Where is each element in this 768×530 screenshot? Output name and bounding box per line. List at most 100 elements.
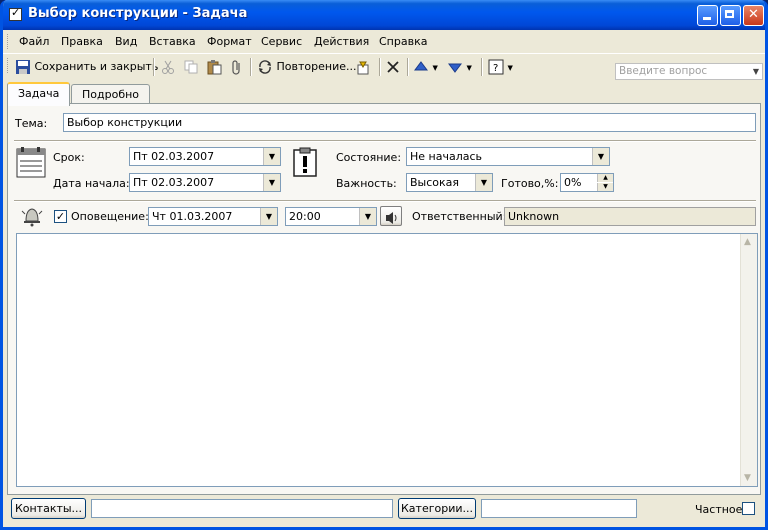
chevron-down-icon[interactable]: ▼ <box>260 208 277 225</box>
scissors-icon <box>160 59 176 75</box>
minimize-button[interactable] <box>697 5 718 26</box>
save-close-label: Сохранить и закрыть <box>34 60 159 73</box>
chevron-down-icon[interactable]: ▼ <box>467 64 472 72</box>
menu-insert[interactable]: Вставка <box>149 35 196 48</box>
recurrence-button[interactable]: Повторение... <box>257 57 356 77</box>
bell-icon <box>20 205 44 227</box>
subject-input[interactable]: Выбор конструкции <box>63 113 756 132</box>
start-date-label: Дата начала: <box>53 177 130 190</box>
standard-toolbar: Сохранить и закрыть Повторение... ▼ ▼ ? … <box>3 54 765 80</box>
toolbar-separator <box>379 58 381 76</box>
recurrence-icon <box>257 59 273 75</box>
menu-grip[interactable] <box>7 34 11 49</box>
spin-down-icon[interactable]: ▼ <box>597 183 613 191</box>
chevron-down-icon[interactable]: ▼ <box>508 64 513 72</box>
private-label: Частное <box>695 503 743 516</box>
private-checkbox[interactable] <box>742 502 755 515</box>
chevron-down-icon[interactable]: ▼ <box>263 148 280 165</box>
next-item-button[interactable]: ▼ <box>447 57 472 77</box>
help-button[interactable]: ? ▼ <box>488 57 513 77</box>
owner-field: Unknown <box>504 207 756 226</box>
menu-edit[interactable]: Правка <box>61 35 103 48</box>
copy-button[interactable] <box>183 57 199 77</box>
help-icon: ? <box>488 59 504 75</box>
chevron-down-icon[interactable]: ▼ <box>592 148 609 165</box>
categories-button[interactable]: Категории... <box>398 498 476 519</box>
title-bar[interactable]: Выбор конструкции - Задача ✕ <box>3 0 765 30</box>
scroll-down-icon[interactable]: ▼ <box>744 473 751 483</box>
divider <box>14 200 756 202</box>
toolbar-grip[interactable] <box>7 58 11 73</box>
reminder-checkbox[interactable]: ✓ <box>54 210 67 223</box>
menu-file[interactable]: Файл <box>19 35 49 48</box>
maximize-button[interactable] <box>720 5 741 26</box>
window-title: Выбор конструкции - Задача <box>28 6 248 21</box>
arrow-up-icon <box>413 59 429 75</box>
reminder-time-value: 20:00 <box>289 210 321 223</box>
chevron-down-icon[interactable]: ▼ <box>475 174 492 191</box>
task-panel: Тема: Выбор конструкции Срок: Пт 02.03.2… <box>7 103 761 495</box>
chevron-down-icon[interactable]: ▼ <box>433 64 438 72</box>
owner-label: Ответственный: <box>412 210 507 223</box>
task-window: Выбор конструкции - Задача ✕ Файл Правка… <box>0 0 768 530</box>
notes-scrollbar[interactable]: ▲ ▼ <box>740 234 757 486</box>
scroll-up-icon[interactable]: ▲ <box>744 237 751 247</box>
cut-button[interactable] <box>160 57 176 77</box>
chevron-down-icon[interactable]: ▼ <box>359 208 376 225</box>
status-label: Состояние: <box>336 151 402 164</box>
priority-icon <box>292 147 318 177</box>
assign-task-button[interactable] <box>355 57 371 77</box>
contacts-field[interactable] <box>91 499 393 518</box>
contacts-button[interactable]: Контакты... <box>11 498 86 519</box>
calendar-icon <box>16 146 46 178</box>
menu-actions[interactable]: Действия <box>314 35 369 48</box>
start-date-value: Пт 02.03.2007 <box>133 176 215 189</box>
priority-combo[interactable]: Высокая ▼ <box>406 173 493 192</box>
tab-details[interactable]: Подробно <box>71 84 151 105</box>
svg-text:?: ? <box>493 63 498 74</box>
delete-button[interactable] <box>385 57 401 77</box>
due-date-combo[interactable]: Пт 02.03.2007 ▼ <box>129 147 281 166</box>
menu-format[interactable]: Формат <box>207 35 252 48</box>
menu-bar: Файл Правка Вид Вставка Формат Сервис Де… <box>3 30 765 80</box>
speaker-icon <box>383 210 399 226</box>
save-icon <box>15 59 31 75</box>
save-close-button[interactable]: Сохранить и закрыть <box>15 57 158 77</box>
menu-tools[interactable]: Сервис <box>261 35 302 48</box>
notes-textarea[interactable]: ▲ ▼ <box>16 233 758 487</box>
owner-value: Unknown <box>508 210 560 223</box>
menu-help[interactable]: Справка <box>379 35 427 48</box>
divider <box>14 140 756 142</box>
priority-label: Важность: <box>336 177 397 190</box>
tab-task[interactable]: Задача <box>7 82 71 106</box>
copy-icon <box>183 59 199 75</box>
due-date-value: Пт 02.03.2007 <box>133 150 215 163</box>
toolbar-separator <box>153 58 155 76</box>
paste-icon <box>206 59 222 75</box>
attach-button[interactable] <box>229 57 245 77</box>
reminder-sound-button[interactable] <box>380 206 402 226</box>
reminder-date-value: Чт 01.03.2007 <box>152 210 233 223</box>
toolbar-separator <box>481 58 483 76</box>
tab-strip: Задача Подробно <box>3 82 765 106</box>
arrow-down-icon <box>447 59 463 75</box>
footer-bar: Контакты... Категории... Частное <box>3 495 765 523</box>
spin-up-icon[interactable]: ▲ <box>597 174 613 182</box>
categories-field[interactable] <box>481 499 637 518</box>
assign-task-icon <box>355 59 371 75</box>
status-value: Не началась <box>410 150 483 163</box>
reminder-date-combo[interactable]: Чт 01.03.2007 ▼ <box>148 207 278 226</box>
toolbar-separator <box>250 58 252 76</box>
start-date-combo[interactable]: Пт 02.03.2007 ▼ <box>129 173 281 192</box>
menu-view[interactable]: Вид <box>115 35 137 48</box>
chevron-down-icon[interactable]: ▼ <box>263 174 280 191</box>
paste-button[interactable] <box>206 57 222 77</box>
subject-value: Выбор конструкции <box>67 116 183 129</box>
status-combo[interactable]: Не началась ▼ <box>406 147 610 166</box>
reminder-time-combo[interactable]: 20:00 ▼ <box>285 207 377 226</box>
paperclip-icon <box>229 59 245 75</box>
percent-complete-spinner[interactable]: 0% ▲ ▼ <box>560 173 614 192</box>
subject-label: Тема: <box>15 117 48 130</box>
previous-item-button[interactable]: ▼ <box>413 57 438 77</box>
close-button[interactable]: ✕ <box>743 5 764 26</box>
